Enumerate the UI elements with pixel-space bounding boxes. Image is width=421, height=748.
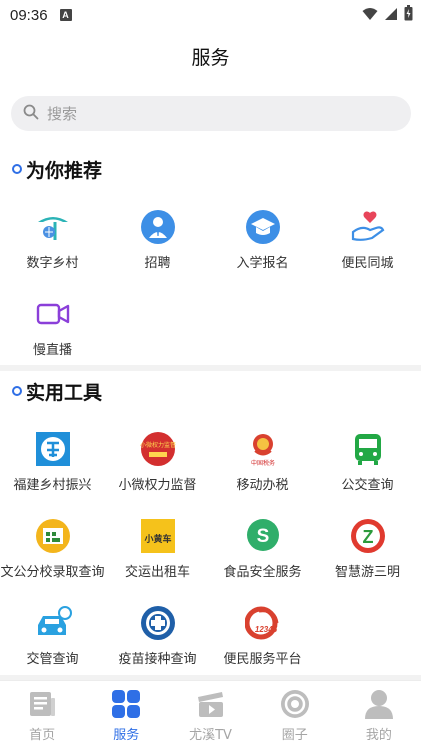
section-dot-icon <box>12 386 22 396</box>
service-digital-village[interactable]: 数字乡村 <box>0 208 105 271</box>
community-heart-icon <box>349 208 387 246</box>
tab-home[interactable]: 首页 <box>0 681 84 748</box>
tool-rural-revitalization[interactable]: 福建乡村振兴 <box>0 430 105 493</box>
taxi-icon: 小黄车 <box>139 517 177 555</box>
tool-label: 食品安全服务 <box>223 565 302 580</box>
search-bar[interactable] <box>11 96 411 131</box>
svg-text:小微权力监督: 小微权力监督 <box>140 441 176 449</box>
section-recommend: 为你推荐 <box>12 155 102 183</box>
search-input[interactable] <box>47 104 367 123</box>
section-title-tools: 实用工具 <box>26 381 103 404</box>
recruit-icon <box>139 208 177 246</box>
food-safety-icon: S <box>244 517 282 555</box>
tool-label: 疫苗接种查询 <box>118 652 197 667</box>
section-title-recommend: 为你推荐 <box>26 159 103 182</box>
tab-tv[interactable]: 尤溪TV <box>168 681 252 748</box>
enrollment-icon <box>244 208 282 246</box>
status-indicators <box>362 5 413 25</box>
signal-icon <box>384 6 398 25</box>
tool-label: 公交查询 <box>341 478 394 493</box>
service-recruit[interactable]: 招聘 <box>105 208 210 271</box>
battery-icon <box>404 5 413 25</box>
grid-icon <box>109 687 143 721</box>
tool-label: 交运出租车 <box>124 565 190 580</box>
circle-icon <box>278 687 312 721</box>
power-supervision-icon: 小微权力监督 <box>139 430 177 468</box>
status-bar: 09:36 A <box>0 0 421 30</box>
bus-icon <box>349 430 387 468</box>
tool-label: 交管查询 <box>26 652 79 667</box>
section-tools: 实用工具 <box>12 377 102 405</box>
tool-taxi[interactable]: 小黄车 交运出租车 <box>105 517 210 580</box>
rural-revitalization-icon <box>34 430 72 468</box>
news-icon <box>25 687 59 721</box>
tab-label: 首页 <box>29 728 56 743</box>
tool-label: 便民服务平台 <box>223 652 302 667</box>
section-divider <box>0 365 421 371</box>
tool-label: 文公分校录取查询 <box>0 565 105 580</box>
tool-vaccine-query[interactable]: 疫苗接种查询 <box>105 604 210 667</box>
search-icon <box>23 104 39 124</box>
digital-village-icon <box>34 208 72 246</box>
tool-school-admission[interactable]: 文公分校录取查询 <box>0 517 105 580</box>
service-enrollment[interactable]: 入学报名 <box>210 208 315 271</box>
tool-mobile-tax[interactable]: 中国税务 移动办税 <box>210 430 315 493</box>
traffic-query-icon <box>34 604 72 642</box>
tab-label: 圈子 <box>281 728 308 743</box>
service-platform-icon: 12345 <box>244 604 282 642</box>
tab-label: 我的 <box>365 728 392 743</box>
status-time: 09:36 <box>10 6 48 24</box>
tool-food-safety[interactable]: S 食品安全服务 <box>210 517 315 580</box>
page-header: 服务 <box>0 30 421 82</box>
svg-text:S: S <box>256 526 269 547</box>
service-label: 数字乡村 <box>26 256 79 271</box>
live-video-icon <box>34 295 72 333</box>
service-community[interactable]: 便民同城 <box>315 208 420 271</box>
bottom-tab-bar: 首页 服务 尤溪TV 圈子 我的 <box>0 680 421 748</box>
service-label: 慢直播 <box>32 343 72 358</box>
section-dot-icon <box>12 164 22 174</box>
notification-badge: A <box>59 9 72 21</box>
service-label: 入学报名 <box>236 256 289 271</box>
tv-clapper-icon <box>194 687 228 721</box>
svg-text:12345: 12345 <box>254 625 277 634</box>
tool-label: 移动办税 <box>236 478 289 493</box>
service-label: 便民同城 <box>341 256 394 271</box>
svg-text:Z: Z <box>362 527 373 547</box>
school-admission-icon <box>34 517 72 555</box>
tab-services[interactable]: 服务 <box>84 681 168 748</box>
tool-bus[interactable]: 公交查询 <box>315 430 420 493</box>
mobile-tax-icon: 中国税务 <box>244 430 282 468</box>
tab-circle[interactable]: 圈子 <box>253 681 337 748</box>
page-title: 服务 <box>191 46 230 69</box>
tool-label: 小微权力监督 <box>118 478 197 493</box>
tab-profile[interactable]: 我的 <box>337 681 421 748</box>
user-icon <box>362 687 396 721</box>
tool-traffic-query[interactable]: 交管查询 <box>0 604 105 667</box>
svg-text:中国税务: 中国税务 <box>250 459 274 467</box>
tool-smart-tour[interactable]: Z 智慧游三明 <box>315 517 420 580</box>
service-label: 招聘 <box>144 256 171 271</box>
tool-label: 智慧游三明 <box>334 565 400 580</box>
tab-label: 服务 <box>113 728 140 743</box>
tab-label: 尤溪TV <box>189 728 232 743</box>
smart-tour-icon: Z <box>349 517 387 555</box>
tool-label: 福建乡村振兴 <box>13 478 92 493</box>
svg-text:小黄车: 小黄车 <box>143 533 171 545</box>
wifi-icon <box>362 6 378 25</box>
tool-service-platform[interactable]: 12345 便民服务平台 <box>210 604 315 667</box>
tool-power-supervision[interactable]: 小微权力监督 小微权力监督 <box>105 430 210 493</box>
service-live[interactable]: 慢直播 <box>0 295 105 358</box>
vaccine-query-icon <box>139 604 177 642</box>
